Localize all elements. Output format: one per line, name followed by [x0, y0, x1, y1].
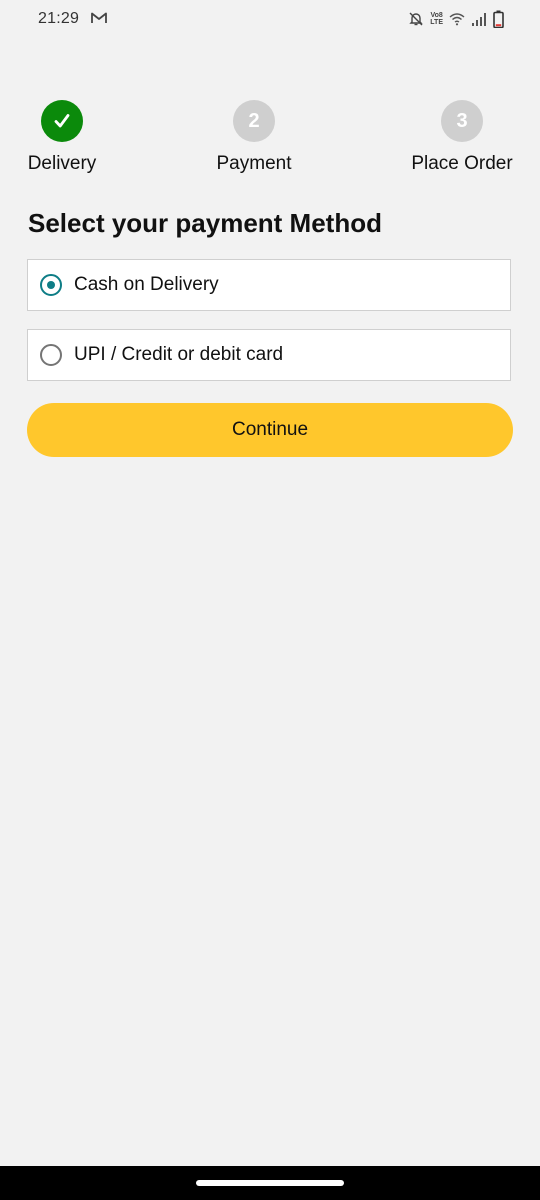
signal-icon [472, 13, 486, 26]
battery-icon [493, 10, 504, 28]
status-bar: 21:29 Vo8 LTE [0, 0, 540, 38]
wifi-icon [449, 13, 465, 26]
home-indicator[interactable] [196, 1180, 344, 1186]
system-nav-bar [0, 1166, 540, 1200]
step-payment: 2 Payment [215, 100, 293, 175]
payment-option-upi-card[interactable]: UPI / Credit or debit card [27, 329, 511, 381]
checkout-stepper: Delivery 2 Payment 3 Place Order [0, 100, 540, 180]
continue-button[interactable]: Continue [27, 403, 513, 457]
status-icons: Vo8 LTE [408, 10, 504, 28]
step-1-circle [41, 100, 83, 142]
radio-upi-card[interactable] [40, 344, 62, 366]
step-label-payment: Payment [216, 153, 292, 174]
step-2-circle: 2 [233, 100, 275, 142]
volte-bottom-label: LTE [430, 19, 443, 26]
radio-cash-on-delivery[interactable] [40, 274, 62, 296]
radio-dot [47, 281, 55, 289]
option-label-upi-card: UPI / Credit or debit card [74, 344, 284, 365]
checkmark-icon [54, 114, 70, 128]
option-label-cash-on-delivery: Cash on Delivery [74, 274, 219, 295]
step-3-circle: 3 [441, 100, 483, 142]
payment-option-cash-on-delivery[interactable]: Cash on Delivery [27, 259, 511, 311]
page-title: Select your payment Method [28, 208, 382, 238]
volte-icon: Vo8 LTE [430, 12, 443, 26]
step-label-place-order: Place Order [411, 153, 513, 174]
status-time: 21:29 [38, 10, 80, 27]
notifications-off-icon [409, 12, 423, 26]
step-place-order: 3 Place Order [410, 100, 514, 175]
volte-top-label: Vo8 [430, 12, 443, 19]
step-delivery: Delivery [28, 100, 96, 175]
gmail-icon [91, 12, 107, 23]
step-label-delivery: Delivery [27, 153, 97, 174]
